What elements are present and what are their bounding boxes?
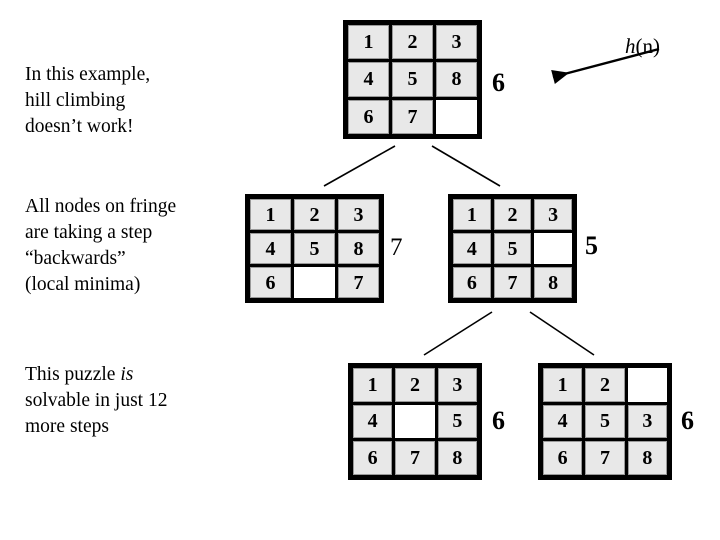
caption-line-text: This puzzle [25,364,121,385]
puzzle-tile[interactable]: 1 [353,368,393,402]
puzzle-tile[interactable]: 2 [294,199,335,230]
puzzle-tile[interactable]: 5 [493,233,532,264]
puzzle-tile[interactable]: 8 [437,441,477,475]
caption-line: solvable in just 12 [25,390,168,411]
caption-line: (local minima) [25,274,141,295]
puzzle-tile[interactable]: 4 [543,404,583,439]
puzzle-tile[interactable]: 3 [437,368,477,402]
puzzle-tile[interactable]: 8 [534,267,572,298]
puzzle-tile[interactable]: 3 [627,404,667,439]
caption-fringe-backwards: All nodes on fringe are taking a step “b… [25,194,176,298]
puzzle-tile[interactable]: 4 [453,233,491,264]
puzzle-tile[interactable]: 2 [395,368,435,402]
heuristic-value-fringe-right: 5 [585,231,598,260]
caption-line: All nodes on fringe [25,196,177,217]
puzzle-tile[interactable]: 6 [453,267,491,298]
puzzle-board-child-left[interactable]: 1 2 3 4 5 6 7 8 [348,363,482,480]
caption-line: more steps [25,416,109,437]
puzzle-tile[interactable]: 7 [395,441,435,475]
puzzle-tile[interactable]: 3 [534,199,572,230]
puzzle-tile[interactable]: 8 [627,441,667,475]
puzzle-blank-tile[interactable] [395,404,435,439]
puzzle-tile[interactable]: 5 [585,404,625,439]
puzzle-tile[interactable]: 4 [348,62,389,97]
caption-line: This puzzle is [25,362,167,388]
puzzle-tile[interactable]: 8 [436,62,477,97]
puzzle-tile[interactable]: 8 [338,233,379,264]
puzzle-tile[interactable]: 4 [250,233,291,264]
hn-heuristic-label: h(n) [625,34,660,59]
puzzle-blank-tile[interactable] [534,233,572,264]
puzzle-blank-tile[interactable] [294,267,335,298]
caption-hill-climbing-fails: In this example, hill climbing doesn’t w… [25,62,150,140]
caption-line: doesn’t work! [25,116,134,137]
puzzle-tile[interactable]: 2 [392,25,433,60]
puzzle-tile[interactable]: 2 [585,368,625,402]
heuristic-value-root: 6 [492,68,505,97]
puzzle-tile[interactable]: 6 [250,267,291,298]
puzzle-tile[interactable]: 7 [392,99,433,134]
puzzle-board-child-right[interactable]: 1 2 4 5 3 6 7 8 [538,363,672,480]
puzzle-tile[interactable]: 1 [543,368,583,402]
puzzle-blank-tile[interactable] [627,368,667,402]
puzzle-tile[interactable]: 4 [353,404,393,439]
hn-label-argument: (n) [635,34,661,58]
heuristic-value-child-right: 6 [681,406,694,435]
puzzle-tile[interactable]: 1 [250,199,291,230]
puzzle-tile[interactable]: 6 [543,441,583,475]
heuristic-value-fringe-left: 7 [390,234,403,261]
puzzle-tile[interactable]: 5 [437,404,477,439]
puzzle-tile[interactable]: 7 [585,441,625,475]
hn-label-variable: h [625,34,636,58]
puzzle-tile[interactable]: 6 [353,441,393,475]
puzzle-tile[interactable]: 7 [493,267,532,298]
edge-root-to-left [323,145,396,187]
edge-right-to-bottomright [529,311,595,356]
puzzle-tile[interactable]: 6 [348,99,389,134]
caption-solvable-steps: This puzzle is solvable in just 12 more … [25,362,167,440]
caption-line: “backwards” [25,248,126,269]
puzzle-tile[interactable]: 5 [294,233,335,264]
puzzle-tile[interactable]: 3 [338,199,379,230]
caption-line: are taking a step [25,222,153,243]
puzzle-blank-tile[interactable] [436,99,477,134]
puzzle-tile[interactable]: 3 [436,25,477,60]
puzzle-tile[interactable]: 1 [348,25,389,60]
puzzle-tile[interactable]: 7 [338,267,379,298]
caption-line: In this example, [25,64,151,85]
edge-root-to-right [431,145,501,187]
heuristic-value-child-left: 6 [492,406,505,435]
puzzle-tile[interactable]: 1 [453,199,491,230]
puzzle-board-fringe-left[interactable]: 1 2 3 4 5 8 6 7 [245,194,384,303]
caption-line: hill climbing [25,90,126,111]
puzzle-tile[interactable]: 2 [493,199,532,230]
puzzle-board-root[interactable]: 1 2 3 4 5 8 6 7 [343,20,482,139]
edge-right-to-bottomleft [423,311,493,356]
caption-emphasis: is [120,364,134,385]
puzzle-tile[interactable]: 5 [392,62,433,97]
slide-canvas: In this example, hill climbing doesn’t w… [0,0,720,540]
puzzle-board-fringe-right[interactable]: 1 2 3 4 5 6 7 8 [448,194,577,303]
